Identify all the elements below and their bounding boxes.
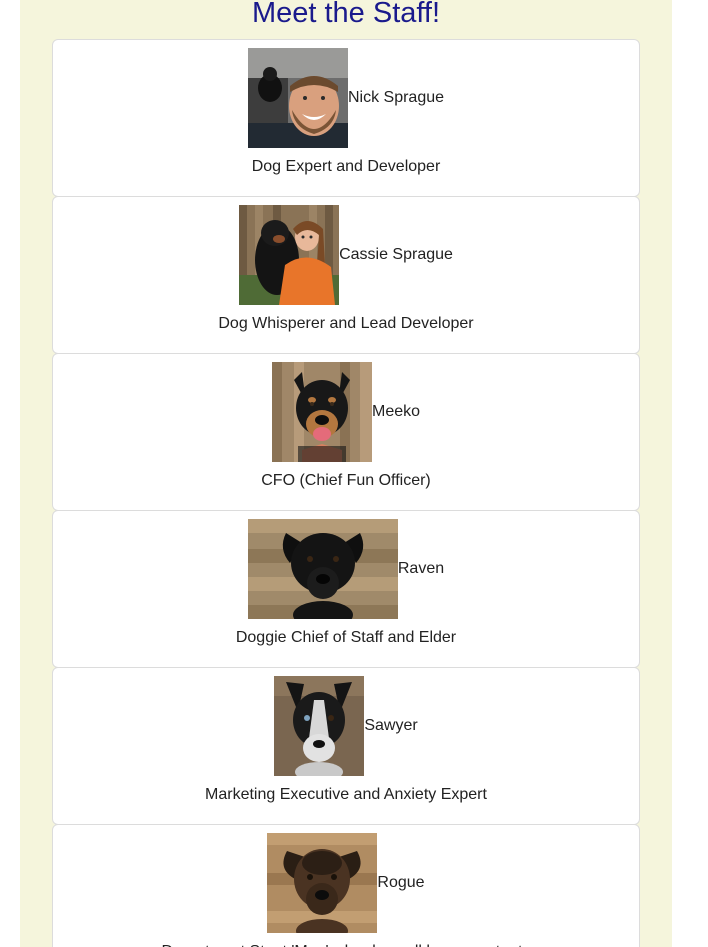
staff-card-header: Rogue [53,825,639,933]
staff-card-header: Raven [53,511,639,619]
staff-name: Sawyer [364,717,418,734]
staff-card-header: Meeko [53,354,639,462]
meeko-photo [271,362,372,462]
staff-card-header: Nick Sprague [53,40,639,148]
staff-card-raven: Raven Doggie Chief of Staff and Elder [52,510,640,668]
staff-card-header: Sawyer [53,668,639,776]
page-title: Meet the Staff! [251,0,441,29]
staff-name: Meeko [371,403,421,420]
staff-card-cassie: Cassie Sprague Dog Whisperer and Lead De… [52,196,640,354]
staff-role: Department Stunt 'Man' who does all her … [53,942,639,947]
staff-card-sawyer: Sawyer Marketing Executive and Anxiety E… [52,667,640,825]
sawyer-photo [274,676,365,776]
staff-card-meeko: Meeko CFO (Chief Fun Officer) [52,353,640,511]
staff-role: Doggie Chief of Staff and Elder [235,629,457,646]
staff-role: CFO (Chief Fun Officer) [261,472,431,489]
staff-role: Marketing Executive and Anxiety Expert [205,786,487,803]
staff-role: Dog Whisperer and Lead Developer [218,315,474,332]
staff-name: Raven [397,560,445,577]
staff-name: Nick Sprague [347,89,445,106]
staff-name: Rogue [377,874,425,891]
staff-card-rogue: Rogue Department Stunt 'Man' who does al… [52,824,640,947]
raven-photo [247,519,398,619]
nick-photo [247,48,348,148]
staff-card-header: Cassie Sprague [53,197,639,305]
staff-name: Cassie Sprague [339,246,453,263]
cassie-photo [239,205,340,305]
staff-panel: Meet the Staff! Nick Sprague Dog Expert … [20,0,672,947]
rogue-photo [267,833,378,933]
staff-role: Dog Expert and Developer [251,158,441,175]
staff-card-nick: Nick Sprague Dog Expert and Developer [52,39,640,197]
staff-list: Nick Sprague Dog Expert and Developer Ca… [52,39,640,947]
